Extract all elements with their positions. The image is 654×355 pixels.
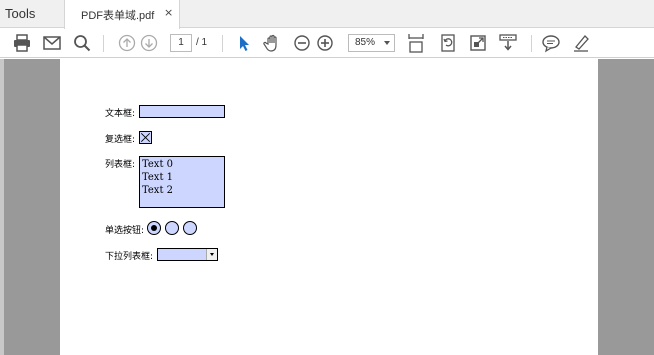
dropdown-field[interactable] xyxy=(157,248,218,261)
pdf-page: 文本框: 复选框: 列表框: Text 0 Text 1 Text 2 单选按钮… xyxy=(60,59,598,355)
zoom-out-icon[interactable] xyxy=(292,33,312,53)
toolbar-separator xyxy=(222,35,223,52)
print-icon[interactable] xyxy=(12,33,32,53)
page-up-icon[interactable] xyxy=(117,33,137,53)
radio-button[interactable] xyxy=(165,221,179,235)
chevron-down-icon[interactable] xyxy=(206,249,217,260)
scroll-mode-icon[interactable] xyxy=(498,33,518,53)
toolbar: 1 / 1 85% xyxy=(0,29,654,58)
tab-tools[interactable]: Tools xyxy=(0,0,58,28)
toolbar-separator xyxy=(531,35,532,52)
tab-bar: Tools PDF表单域.pdf × xyxy=(0,0,654,29)
list-item[interactable]: Text 0 xyxy=(142,158,222,171)
page-total: / 1 xyxy=(196,37,208,48)
chevron-down-icon xyxy=(384,41,390,45)
tab-document[interactable]: PDF表单域.pdf × xyxy=(64,0,180,29)
checkbox-label: 复选框: xyxy=(105,135,136,145)
email-icon[interactable] xyxy=(42,33,62,53)
text-field[interactable] xyxy=(139,105,225,118)
list-box[interactable]: Text 0 Text 1 Text 2 xyxy=(139,156,225,208)
toolbar-separator xyxy=(103,35,104,52)
page-number-input[interactable]: 1 xyxy=(170,34,192,52)
full-screen-icon[interactable] xyxy=(468,33,488,53)
list-item[interactable]: Text 1 xyxy=(142,171,222,184)
close-icon[interactable]: × xyxy=(164,6,173,19)
hand-icon[interactable] xyxy=(263,33,283,53)
radio-label: 单选按钮: xyxy=(105,226,145,236)
fit-page-icon[interactable] xyxy=(406,33,426,53)
rotate-icon[interactable] xyxy=(438,33,458,53)
sign-icon[interactable] xyxy=(571,33,591,53)
tab-tools-label: Tools xyxy=(5,6,36,21)
comment-icon[interactable] xyxy=(541,33,561,53)
select-arrow-icon[interactable] xyxy=(234,33,254,53)
zoom-in-icon[interactable] xyxy=(315,33,335,53)
list-item[interactable]: Text 2 xyxy=(142,184,222,197)
zoom-level: 85% xyxy=(355,37,376,48)
checkbox-field[interactable] xyxy=(139,131,152,144)
left-gutter xyxy=(0,59,4,355)
search-icon[interactable] xyxy=(72,33,92,53)
document-tab-title: PDF表单域.pdf xyxy=(81,10,155,22)
radio-button[interactable] xyxy=(183,221,197,235)
zoom-select[interactable]: 85% xyxy=(348,34,395,52)
textbox-label: 文本框: xyxy=(105,109,136,119)
dropdown-label: 下拉列表框: xyxy=(105,252,154,262)
page-down-icon[interactable] xyxy=(139,33,159,53)
radio-selected-dot xyxy=(151,225,157,231)
document-viewport[interactable]: 文本框: 复选框: 列表框: Text 0 Text 1 Text 2 单选按钮… xyxy=(0,59,654,355)
listbox-label: 列表框: xyxy=(105,160,136,170)
radio-button[interactable] xyxy=(147,221,161,235)
